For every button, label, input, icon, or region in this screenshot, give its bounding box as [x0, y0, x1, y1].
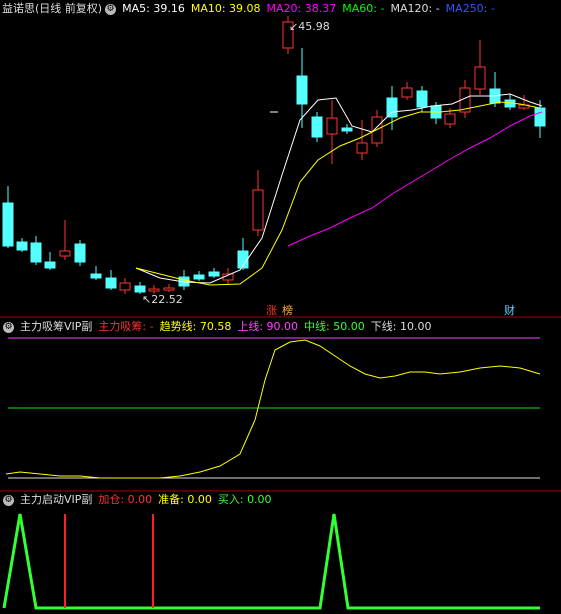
- buy-indicator: 买入: 0.00: [217, 493, 272, 506]
- low-price-label: ↖22.52: [142, 293, 183, 306]
- trend-indicator: 趋势线: 70.58: [159, 320, 232, 333]
- candle-body: [134, 285, 146, 293]
- bang-marker: 榜: [282, 304, 293, 317]
- panel3-settings-gear-icon[interactable]: ⚙: [3, 494, 14, 506]
- candle-body: [311, 116, 323, 138]
- candle-body: [105, 277, 117, 289]
- cai-marker: 财: [504, 304, 515, 317]
- panel3-header: ⚙ 主力启动VIP副 加仓: 0.00 准备: 0.00 买入: 0.00: [0, 491, 278, 509]
- add-indicator: 加仓: 0.00: [98, 493, 153, 506]
- candle-body: [401, 87, 413, 98]
- lower-indicator: 下线: 10.00: [370, 320, 432, 333]
- panel2-title: 主力吸筹VIP副: [20, 320, 93, 333]
- ma10-line: [135, 101, 541, 286]
- trend-line: [5, 339, 541, 479]
- candle-body: [208, 271, 220, 277]
- zhang-marker: 涨: [266, 304, 277, 317]
- candle-body: [163, 287, 175, 291]
- candle-body: [341, 127, 353, 132]
- candle-body: [534, 107, 546, 127]
- ma5-line: [135, 93, 543, 284]
- panel2-settings-gear-icon[interactable]: ⚙: [3, 321, 14, 333]
- xichou-indicator: 主力吸筹: -: [98, 320, 154, 333]
- panel2-header: ⚙ 主力吸筹VIP副 主力吸筹: - 趋势线: 70.58 上线: 90.00 …: [0, 318, 437, 336]
- candle-body: [119, 282, 131, 291]
- ma20-line: [287, 111, 543, 247]
- candle-body: [74, 243, 86, 263]
- candlestick-chart[interactable]: [0, 0, 561, 318]
- candle-body: [416, 90, 428, 108]
- upper-indicator: 上线: 90.00: [237, 320, 299, 333]
- candle-body: [30, 242, 42, 263]
- candle-body: [2, 202, 14, 247]
- candle-body: [59, 250, 71, 257]
- candle-body: [474, 66, 486, 90]
- candle-body: [386, 97, 398, 118]
- candle-body: [444, 113, 456, 125]
- prep-indicator: 准备: 0.00: [158, 493, 212, 506]
- candle-body: [296, 75, 308, 105]
- candle-body: [16, 241, 28, 251]
- buy-signal-line: [2, 513, 540, 610]
- candle-body: [193, 274, 205, 280]
- candle-body: [44, 261, 56, 269]
- high-price-label: ↙45.98: [289, 20, 330, 33]
- mid-indicator: 中线: 50.00: [304, 320, 365, 333]
- candle-body: [252, 189, 264, 231]
- panel3-title: 主力启动VIP副: [20, 493, 93, 506]
- candle-body: [326, 117, 338, 135]
- candle-body: [90, 273, 102, 279]
- candle-body: [148, 288, 160, 292]
- candle-body: [356, 142, 368, 154]
